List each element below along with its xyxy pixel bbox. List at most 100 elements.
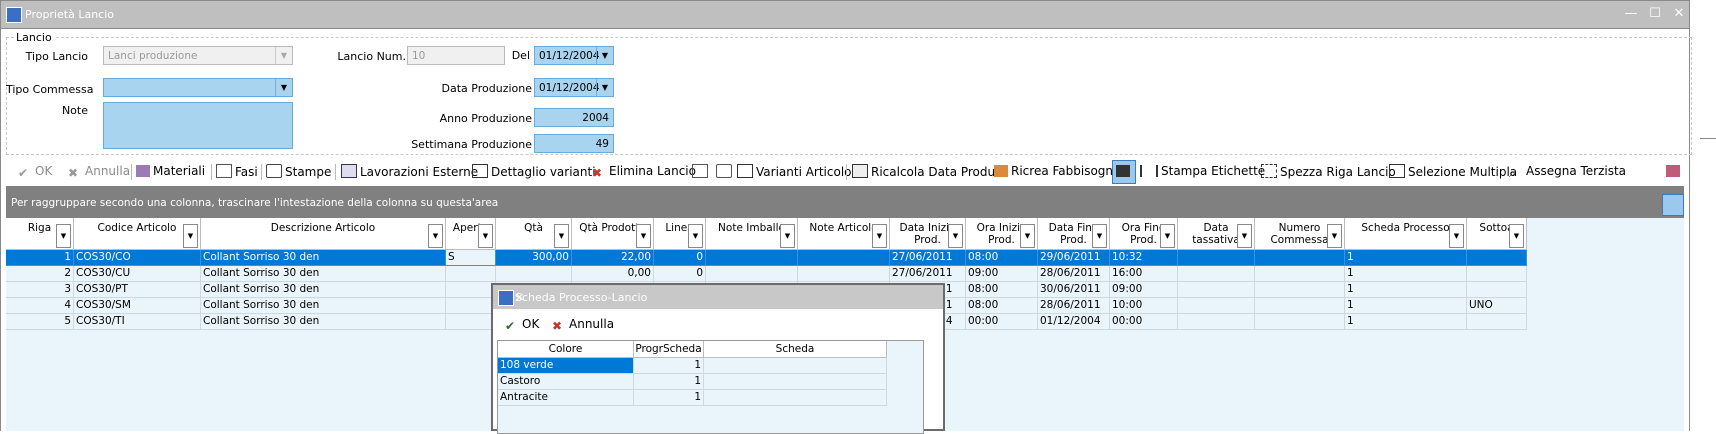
column-filter-icon[interactable]: ▼	[428, 224, 443, 248]
group-by-panel[interactable]: Per raggruppare secondo una colonna, tra…	[6, 186, 1684, 218]
dialog-table-cell[interactable]: 1	[634, 390, 704, 406]
table-cell[interactable]	[1255, 266, 1345, 282]
column-header[interactable]: Ora Fine Prod. ▼	[1110, 218, 1178, 250]
table-cell[interactable]: 300,00	[496, 250, 572, 266]
table-cell[interactable]: 5	[6, 314, 74, 330]
table-cell[interactable]: 29/06/2011	[1038, 250, 1110, 266]
column-filter-icon[interactable]: ▼	[780, 224, 795, 248]
book-button[interactable]	[1666, 164, 1683, 178]
column-header[interactable]: Scheda Processo ▼	[1345, 218, 1467, 250]
column-filter-icon[interactable]: ▼	[636, 224, 651, 248]
column-filter-icon[interactable]: ▼	[1020, 224, 1035, 248]
column-filter-icon[interactable]: ▼	[554, 224, 569, 248]
table-cell[interactable]	[446, 266, 496, 282]
dialog-table-cell[interactable]: 1	[634, 374, 704, 390]
column-filter-icon[interactable]: ▼	[1237, 224, 1252, 248]
table-cell[interactable]: 1	[1345, 314, 1467, 330]
column-header[interactable]: Riga ▼	[6, 218, 74, 250]
table-cell[interactable]: 28/06/2011	[1038, 266, 1110, 282]
dialog-table-cell[interactable]: 108 verde	[498, 358, 634, 374]
table-cell[interactable]	[1467, 266, 1527, 282]
table-cell[interactable]: Collant Sorriso 30 den	[201, 282, 446, 298]
close-button[interactable]: ✕	[1669, 4, 1689, 24]
column-filter-icon[interactable]: ▼	[478, 224, 493, 248]
dialog-table-cell[interactable]: 1	[634, 358, 704, 374]
dialog-table-cell[interactable]: Antracite	[498, 390, 634, 406]
column-header[interactable]: Data Fine Prod. ▼	[1038, 218, 1110, 250]
table-cell[interactable]: 10:00	[1110, 298, 1178, 314]
table-cell[interactable]: 2	[6, 266, 74, 282]
table-cell[interactable]: 1	[1345, 266, 1467, 282]
table-cell[interactable]	[1255, 298, 1345, 314]
table-cell[interactable]	[706, 250, 798, 266]
table-cell[interactable]: 0	[654, 266, 706, 282]
table-cell[interactable]: 1	[1345, 250, 1467, 266]
table-cell[interactable]	[1467, 282, 1527, 298]
table-cell[interactable]: 09:00	[966, 266, 1038, 282]
varianti-articolo-button[interactable]: Varianti Articolo	[737, 164, 852, 179]
column-filter-icon[interactable]: ▼	[1160, 224, 1175, 248]
table-cell[interactable]: COS30/CO	[74, 250, 201, 266]
tipo-commessa-select[interactable]: ▼	[103, 78, 293, 97]
table-cell[interactable]: 1	[1345, 282, 1467, 298]
table-cell[interactable]: 1	[1345, 298, 1467, 314]
ricrea-fabbisogni-button[interactable]: Ricrea Fabbisogni	[994, 164, 1116, 178]
table-cell[interactable]: 08:00	[966, 298, 1038, 314]
table-cell[interactable]: 10:32	[1110, 250, 1178, 266]
table-cell[interactable]: UNO	[1467, 298, 1527, 314]
table-cell[interactable]	[1467, 250, 1527, 266]
table-row[interactable]: 2 COS30/CU Collant Sorriso 30 den 0,00 0 27/0…	[6, 266, 1684, 282]
column-filter-icon[interactable]: ▼	[1327, 224, 1342, 248]
table-cell[interactable]	[706, 266, 798, 282]
column-filter-icon[interactable]: ▼	[872, 224, 887, 248]
table-cell[interactable]: 1	[6, 250, 74, 266]
table-cell[interactable]: S	[446, 250, 496, 266]
table-cell[interactable]	[1178, 250, 1255, 266]
column-filter-icon[interactable]: ▼	[56, 224, 71, 248]
dialog-table-cell[interactable]	[704, 390, 887, 406]
dialog-column-header[interactable]: Colore	[498, 341, 634, 358]
table-cell[interactable]: 00:00	[1110, 314, 1178, 330]
column-header[interactable]: Data Inizio Prod. ▼	[890, 218, 966, 250]
dialog-ok-button[interactable]: ✔ OK	[505, 317, 539, 333]
table-cell[interactable]	[446, 314, 496, 330]
column-filter-icon[interactable]: ▼	[688, 224, 703, 248]
table-cell[interactable]: Collant Sorriso 30 den	[201, 266, 446, 282]
data-produzione-field[interactable]: 01/12/2004 ▼	[534, 78, 614, 97]
table-cell[interactable]	[1467, 314, 1527, 330]
table-cell[interactable]: 16:00	[1110, 266, 1178, 282]
ricalcola-data-button[interactable]: Ricalcola Data Produz	[852, 164, 1001, 179]
table-cell[interactable]: 28/06/2011	[1038, 298, 1110, 314]
table-cell[interactable]: 4	[6, 298, 74, 314]
dialog-table-row[interactable]: 108 verde 1	[498, 358, 887, 374]
table-cell[interactable]: 09:00	[1110, 282, 1178, 298]
column-filter-icon[interactable]: ▼	[948, 224, 963, 248]
elimina-lancio-button[interactable]: ✖ Elimina Lancio	[592, 164, 696, 180]
dialog-column-header[interactable]: Scheda	[704, 341, 887, 358]
note-textarea[interactable]	[103, 102, 293, 149]
annulla-button[interactable]: ✖ Annulla	[68, 164, 130, 180]
dialog-column-header[interactable]: ProgrScheda	[634, 341, 704, 358]
column-header[interactable]: Note Imballo ▼	[706, 218, 798, 250]
minimize-button[interactable]: —	[1621, 4, 1641, 24]
column-filter-icon[interactable]: ▼	[1092, 224, 1107, 248]
column-header[interactable]: Data tassativa ▼	[1178, 218, 1255, 250]
selezione-multipla-button[interactable]: Selezione Multipla	[1389, 164, 1517, 179]
column-filter-icon[interactable]: ▼	[183, 224, 198, 248]
table-cell[interactable]: Collant Sorriso 30 den	[201, 250, 446, 266]
table-cell[interactable]	[1255, 314, 1345, 330]
table-cell[interactable]: 00:00	[966, 314, 1038, 330]
maximize-button[interactable]: ☐	[1645, 4, 1665, 24]
tools-button[interactable]	[1112, 160, 1136, 184]
table-cell[interactable]	[1255, 250, 1345, 266]
table-cell[interactable]	[1178, 314, 1255, 330]
table-cell[interactable]: 0,00	[572, 266, 654, 282]
stampa-etichette-button[interactable]: Stampa Etichette	[1140, 164, 1265, 178]
document-settings-icon[interactable]	[1662, 194, 1684, 216]
tool-button-2[interactable]	[716, 164, 735, 179]
table-cell[interactable]: COS30/TI	[74, 314, 201, 330]
assegna-terzista-button[interactable]: ⌕ Assegna Terzista	[1509, 164, 1626, 180]
tipo-lancio-select[interactable]: Lanci produzione ▼	[103, 46, 293, 65]
table-cell[interactable]	[446, 282, 496, 298]
column-filter-icon[interactable]: ▼	[1449, 224, 1464, 248]
